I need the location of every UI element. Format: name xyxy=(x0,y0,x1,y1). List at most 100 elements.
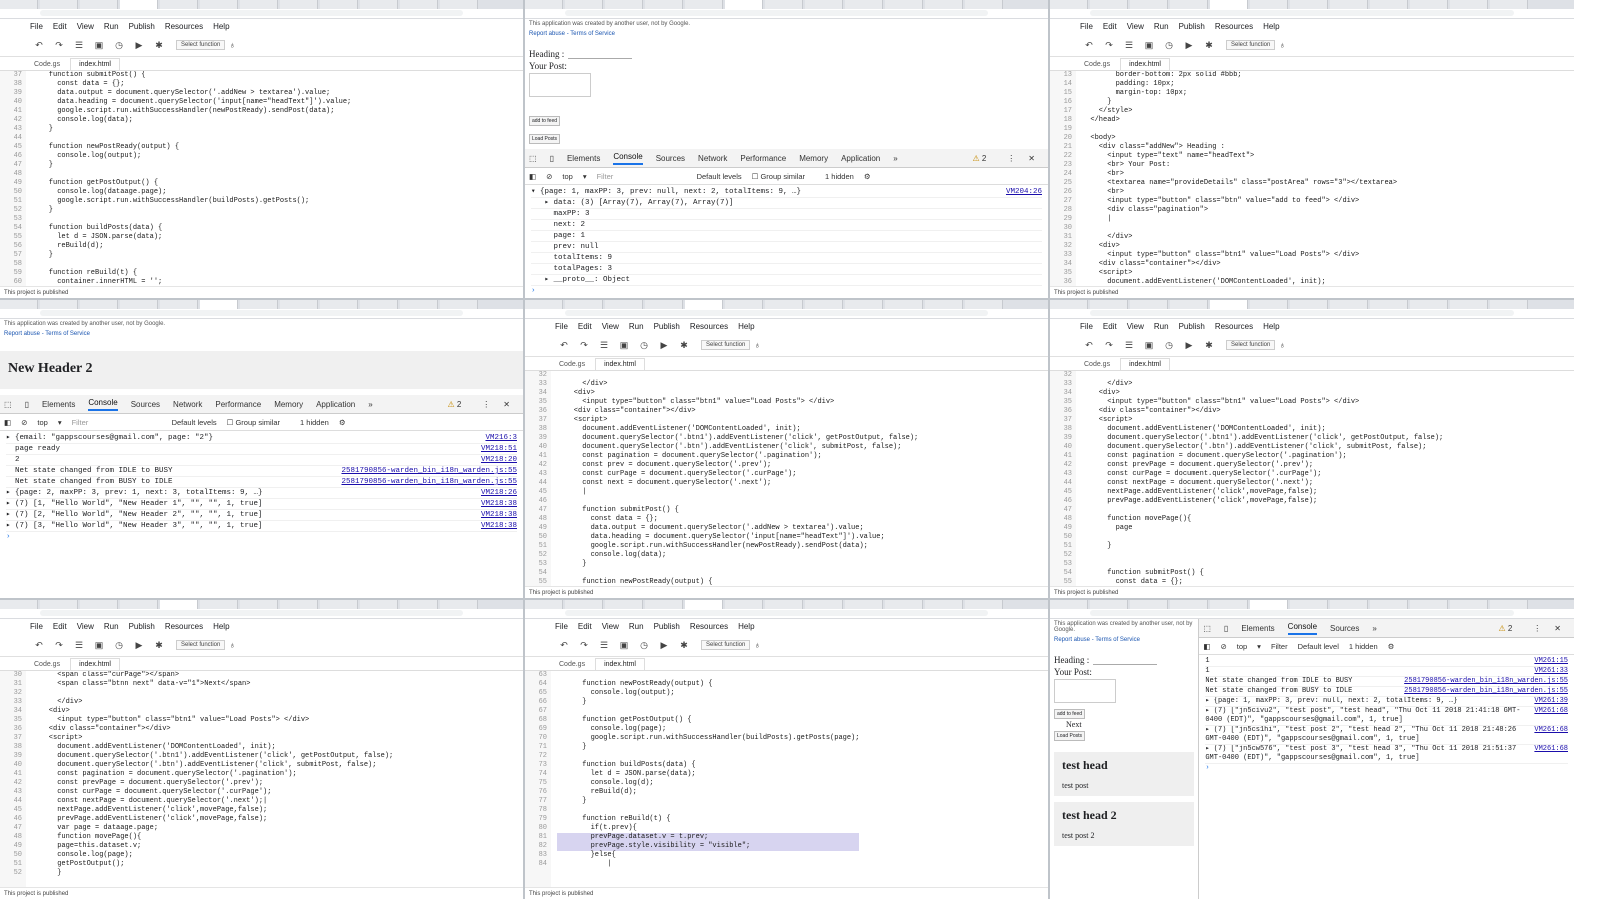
save-icon[interactable]: ▣ xyxy=(92,640,106,651)
filter-input[interactable]: Filter xyxy=(597,172,687,181)
menu-item-run[interactable]: Run xyxy=(629,622,644,631)
sidebar-toggle-icon[interactable]: ◧ xyxy=(4,418,11,427)
default-levels-dropdown[interactable]: Default levels xyxy=(697,172,742,181)
menu-item-help[interactable]: Help xyxy=(738,322,754,331)
browser-tabstrip[interactable] xyxy=(0,0,523,9)
load-posts-button[interactable]: Load Posts xyxy=(529,134,561,144)
console-line[interactable]: Net state changed from BUSY to IDLE 25817… xyxy=(1205,687,1568,697)
source-link[interactable]: VM204:26 xyxy=(1006,187,1042,197)
save-icon[interactable]: ▣ xyxy=(1142,340,1156,351)
save-icon[interactable]: ▣ xyxy=(617,340,631,351)
filter-input[interactable]: Filter xyxy=(1271,642,1288,651)
menu-item-file[interactable]: File xyxy=(1080,322,1093,331)
code-editor[interactable]: 30 31 32 33 34 35 36 37 38 39 40 41 42 43 44 45 46 47 48 49… xyxy=(0,671,523,887)
kebab-icon[interactable]: ⋮ xyxy=(482,400,490,409)
tab-index-html[interactable]: index.html xyxy=(595,658,645,670)
clock-icon[interactable]: ◷ xyxy=(112,640,126,651)
tab-sources[interactable]: Sources xyxy=(131,400,160,409)
tab-index-html[interactable]: index.html xyxy=(1120,358,1170,370)
lightbulb-icon[interactable]: ♁ xyxy=(225,640,239,650)
indent-icon[interactable]: ☰ xyxy=(72,640,86,651)
console-line[interactable]: totalItems: 9 xyxy=(531,253,1042,264)
menu-item-resources[interactable]: Resources xyxy=(165,22,203,31)
close-icon[interactable]: ✕ xyxy=(1554,624,1561,633)
redo-icon[interactable]: ↷ xyxy=(577,640,591,651)
source-link[interactable]: VM218:38 xyxy=(481,521,517,531)
redo-icon[interactable]: ↷ xyxy=(1102,40,1116,51)
inspect-icon[interactable]: ⬚ xyxy=(4,400,12,409)
menu-item-help[interactable]: Help xyxy=(738,622,754,631)
clock-icon[interactable]: ◷ xyxy=(1162,40,1176,51)
load-posts-button[interactable]: Load Posts xyxy=(1054,731,1086,741)
redo-icon[interactable]: ↷ xyxy=(577,340,591,351)
menu-item-publish[interactable]: Publish xyxy=(1179,322,1205,331)
menu-item-resources[interactable]: Resources xyxy=(165,622,203,631)
debug-icon[interactable]: ✱ xyxy=(1202,40,1216,51)
menu-item-publish[interactable]: Publish xyxy=(129,622,155,631)
menu-item-view[interactable]: View xyxy=(1127,322,1144,331)
menu-item-view[interactable]: View xyxy=(1127,22,1144,31)
console-line[interactable]: 1 VM261:33 xyxy=(1205,667,1568,677)
tab-performance[interactable]: Performance xyxy=(215,400,261,409)
browser-tabstrip[interactable] xyxy=(1050,600,1574,609)
console-line[interactable]: ▸ (7) ["jn5civu2", "test post", "test he… xyxy=(1205,707,1568,726)
gear-icon[interactable]: ⚙ xyxy=(1388,642,1395,651)
inspect-icon[interactable]: ⬚ xyxy=(1203,624,1211,633)
tab-memory[interactable]: Memory xyxy=(274,400,303,409)
menu-item-file[interactable]: File xyxy=(30,622,43,631)
menu-item-view[interactable]: View xyxy=(602,622,619,631)
console-line[interactable]: ▸ (7) [1, "Hello World", "New Header 1",… xyxy=(6,499,517,510)
menu-item-edit[interactable]: Edit xyxy=(578,622,592,631)
group-similar-checkbox[interactable]: ☐ Group similar xyxy=(752,172,815,181)
tab-network[interactable]: Network xyxy=(698,154,727,163)
console-line[interactable]: Net state changed from BUSY to IDLE 25817… xyxy=(6,477,517,488)
save-icon[interactable]: ▣ xyxy=(92,40,106,51)
context-select[interactable]: top xyxy=(37,418,47,427)
run-icon[interactable]: ▶ xyxy=(1182,40,1196,51)
tab-performance[interactable]: Performance xyxy=(740,154,786,163)
menu-item-edit[interactable]: Edit xyxy=(1103,322,1117,331)
clock-icon[interactable]: ◷ xyxy=(637,340,651,351)
group-similar-checkbox[interactable]: ☐ Group similar xyxy=(227,418,290,427)
source-link[interactable]: VM261:68 xyxy=(1534,726,1568,744)
tab-memory[interactable]: Memory xyxy=(799,154,828,163)
undo-icon[interactable]: ↶ xyxy=(557,640,571,651)
console-prompt[interactable]: › xyxy=(6,532,517,542)
kebab-icon[interactable]: ⋮ xyxy=(1007,154,1015,163)
menu-item-publish[interactable]: Publish xyxy=(1179,22,1205,31)
save-icon[interactable]: ▣ xyxy=(617,640,631,651)
more-tabs-icon[interactable]: » xyxy=(893,154,897,163)
menu-item-publish[interactable]: Publish xyxy=(654,322,680,331)
tab-console[interactable]: Console xyxy=(88,398,118,411)
select-function-dropdown[interactable]: Select function xyxy=(1226,340,1276,350)
console-line[interactable]: next: 2 xyxy=(531,220,1042,231)
browser-tabstrip[interactable] xyxy=(1050,300,1574,309)
console-line[interactable]: ▸ (7) ["jn5cs1hi", "test post 2", "test … xyxy=(1205,726,1568,745)
browser-tabstrip[interactable] xyxy=(525,600,1048,609)
browser-tabstrip[interactable] xyxy=(1050,0,1574,9)
console-line[interactable]: 2 VM218:20 xyxy=(6,455,517,466)
browser-tabstrip[interactable] xyxy=(0,300,523,309)
run-icon[interactable]: ▶ xyxy=(132,640,146,651)
menu-item-edit[interactable]: Edit xyxy=(53,22,67,31)
menu-item-help[interactable]: Help xyxy=(1263,322,1279,331)
tab-code-gs[interactable]: Code.gs xyxy=(26,659,68,670)
code-text[interactable]: </div> <div> <input type="button" class=… xyxy=(551,371,918,586)
lightbulb-icon[interactable]: ♁ xyxy=(225,40,239,50)
code-text[interactable]: </div> <div> <input type="button" class=… xyxy=(1076,371,1443,586)
next-link[interactable]: Next xyxy=(1066,720,1082,729)
menu-item-run[interactable]: Run xyxy=(104,622,119,631)
tab-code-gs[interactable]: Code.gs xyxy=(551,659,593,670)
redo-icon[interactable]: ↷ xyxy=(52,640,66,651)
clear-console-icon[interactable]: ⊘ xyxy=(1220,642,1226,651)
tab-sources[interactable]: Sources xyxy=(1330,624,1359,633)
code-text[interactable]: <span class="curPage"></span> <span clas… xyxy=(26,671,393,887)
save-icon[interactable]: ▣ xyxy=(1142,40,1156,51)
menu-item-resources[interactable]: Resources xyxy=(690,322,728,331)
menu-item-run[interactable]: Run xyxy=(104,22,119,31)
tab-index-html[interactable]: index.html xyxy=(70,658,120,670)
device-icon[interactable]: ▯ xyxy=(1224,624,1228,633)
heading-input[interactable] xyxy=(1093,655,1158,665)
debug-icon[interactable]: ✱ xyxy=(1202,340,1216,351)
address-bar[interactable] xyxy=(1050,9,1574,19)
